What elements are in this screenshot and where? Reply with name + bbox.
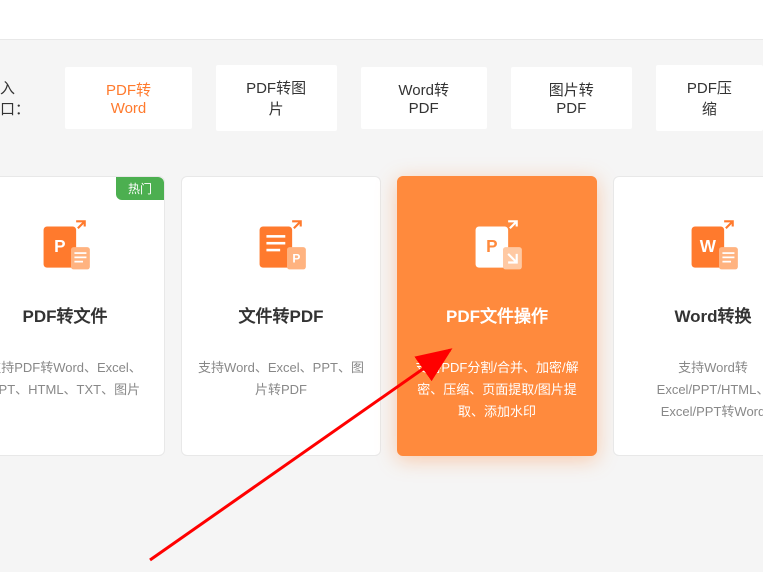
entry-pdf-compress[interactable]: PDF压缩 [656, 65, 763, 131]
top-bar [0, 0, 763, 40]
card-desc: 支持Word、Excel、PPT、图片转PDF [197, 357, 365, 401]
card-desc: 支持PDF转Word、Excel、PPT、HTML、TXT、图片 [0, 357, 149, 401]
card-word-convert[interactable]: W Word转换 支持Word转Excel/PPT/HTML、Excel/PPT… [613, 176, 763, 456]
entry-pdf-to-word[interactable]: PDF转Word [65, 67, 191, 129]
card-title: Word转换 [674, 302, 751, 327]
hot-badge: 热门 [116, 177, 164, 200]
svg-text:P: P [54, 236, 65, 256]
card-desc: 支持PDF分割/合并、加密/解密、压缩、页面提取/图片提取、添加水印 [413, 357, 581, 423]
card-desc: 支持Word转Excel/PPT/HTML、Excel/PPT转Word [629, 357, 763, 423]
word-convert-icon: W [683, 217, 743, 277]
entry-pdf-to-image[interactable]: PDF转图片 [216, 65, 337, 131]
card-title: PDF转文件 [23, 302, 108, 327]
pdf-operations-icon: P [467, 217, 527, 277]
card-pdf-to-file[interactable]: 热门 P PDF转文件 支持PDF转Word、Excel、PPT、HTML、TX… [0, 176, 165, 456]
entry-label: 入口： [0, 77, 41, 119]
card-pdf-operations[interactable]: P PDF文件操作 支持PDF分割/合并、加密/解密、压缩、页面提取/图片提取、… [397, 176, 597, 456]
file-to-pdf-icon: P [251, 217, 311, 277]
entry-image-to-pdf[interactable]: 图片转PDF [511, 67, 632, 129]
card-title: PDF文件操作 [446, 302, 548, 327]
svg-text:P: P [292, 251, 300, 265]
card-title: 文件转PDF [239, 302, 324, 327]
entry-word-to-pdf[interactable]: Word转PDF [361, 67, 487, 129]
svg-text:W: W [700, 236, 717, 256]
cards-container: 热门 P PDF转文件 支持PDF转Word、Excel、PPT、HTML、TX… [0, 156, 763, 456]
pdf-to-file-icon: P [35, 217, 95, 277]
svg-text:P: P [486, 236, 497, 256]
card-file-to-pdf[interactable]: P 文件转PDF 支持Word、Excel、PPT、图片转PDF [181, 176, 381, 456]
quick-entry-row: 入口： PDF转Word PDF转图片 Word转PDF 图片转PDF PDF压… [0, 40, 763, 156]
